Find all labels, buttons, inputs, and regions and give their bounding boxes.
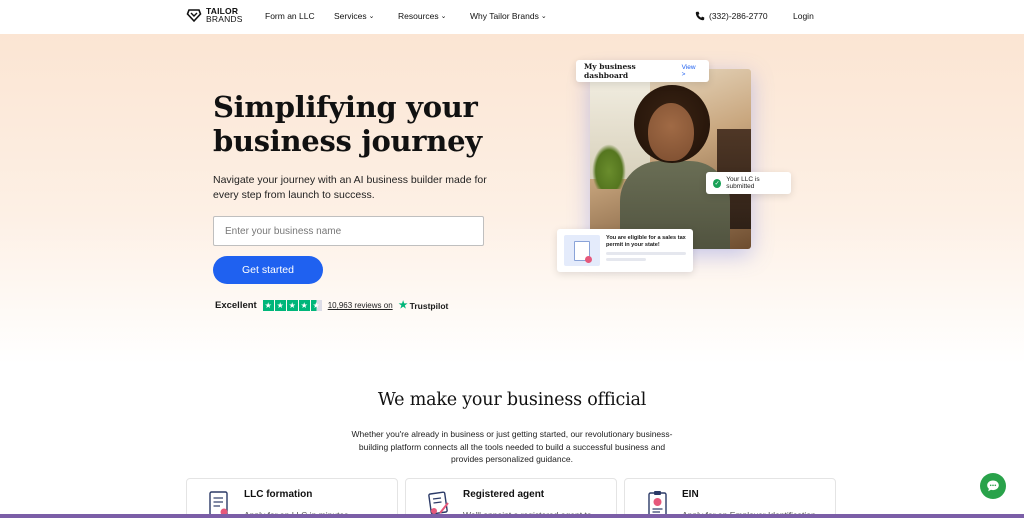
phone-number: (332)-286-2770 [709,11,768,21]
feature-card-ein[interactable]: EIN Apply for an Employer Identification [624,478,836,518]
feature-title: LLC formation [244,489,313,500]
logo-text: TAILOR BRANDS [206,7,243,24]
star-icon: ★ [298,300,310,311]
section-title: We make your business official [377,390,647,410]
dashboard-card: My business dashboard View > [576,60,709,82]
chat-bubble-icon [987,480,999,492]
hero-section: Simplifying your business journey Naviga… [0,34,1024,364]
trustpilot-star-icon: ★ [398,300,408,311]
get-started-button[interactable]: Get started [213,256,323,284]
top-nav: TAILOR BRANDS Form an LLC Services ⌄ Res… [0,0,1024,34]
placeholder-bar [606,258,646,261]
star-icon: ★ [262,300,274,311]
photo-plant [592,144,626,189]
chevron-down-icon: ⌄ [540,13,547,20]
nav-form-llc-label: Form an LLC [265,11,315,21]
bottom-border [0,514,1024,518]
nav-why-tailor-label: Why Tailor Brands [470,11,539,21]
chevron-down-icon: ⌄ [440,13,447,20]
logo-line2: BRANDS [206,14,243,24]
star-icon: ★ [274,300,286,311]
hero-title: Simplifying your business journey [213,90,482,158]
feature-title: EIN [682,489,699,500]
chat-button[interactable] [980,473,1006,499]
feature-title: Registered agent [463,489,545,500]
half-star-icon: ★ [310,300,322,311]
rating-stars: ★ ★ ★ ★ ★ [262,300,322,311]
photo-person-face [648,103,694,161]
nav-services-label: Services [334,11,367,21]
placeholder-bar [606,252,686,255]
logo[interactable]: TAILOR BRANDS [186,7,243,23]
section-subtitle: Whether you're already in business or ju… [351,429,673,464]
trustpilot-brand: Trustpilot [409,300,449,311]
nav-services[interactable]: Services ⌄ [334,11,374,21]
feature-card-llc[interactable]: LLC formation Apply for an LLC in minute… [186,478,398,518]
tax-notice-text: You are eligible for a sales tax permit … [606,235,686,248]
reviews-count-link[interactable]: 10,963 reviews on [328,301,393,310]
dashboard-title: My business dashboard [584,62,636,80]
document-icon [564,235,600,266]
nav-resources-label: Resources [398,11,439,21]
trustpilot-rating[interactable]: Excellent ★ ★ ★ ★ ★ 10,963 reviews on ★ … [215,300,448,311]
dashboard-view-link: View > [681,64,696,78]
phone-icon [695,11,705,21]
llc-status-text: Your LLC is submitted [726,176,760,190]
hero-photo [590,69,751,249]
check-icon: ✓ [713,178,722,188]
llc-status-card: ✓ Your LLC is submitted [706,172,791,194]
star-icon: ★ [286,300,298,311]
nav-form-llc[interactable]: Form an LLC [265,11,315,21]
rating-word: Excellent [215,300,257,311]
feature-card-registered-agent[interactable]: Registered agent We'll appoint a registe… [405,478,617,518]
login-label: Login [793,11,814,21]
tax-notice-card: You are eligible for a sales tax permit … [557,229,693,272]
phone-link[interactable]: (332)-286-2770 [695,11,768,21]
nav-resources[interactable]: Resources ⌄ [398,11,447,21]
chevron-down-icon: ⌄ [368,13,375,20]
login-link[interactable]: Login [793,11,814,21]
logo-mark-icon [186,9,202,23]
trustpilot-logo: ★ Trustpilot [399,300,449,311]
hero-subtitle: Navigate your journey with an AI busines… [213,174,487,201]
nav-why-tailor[interactable]: Why Tailor Brands ⌄ [470,11,547,21]
business-name-input[interactable] [213,216,484,246]
